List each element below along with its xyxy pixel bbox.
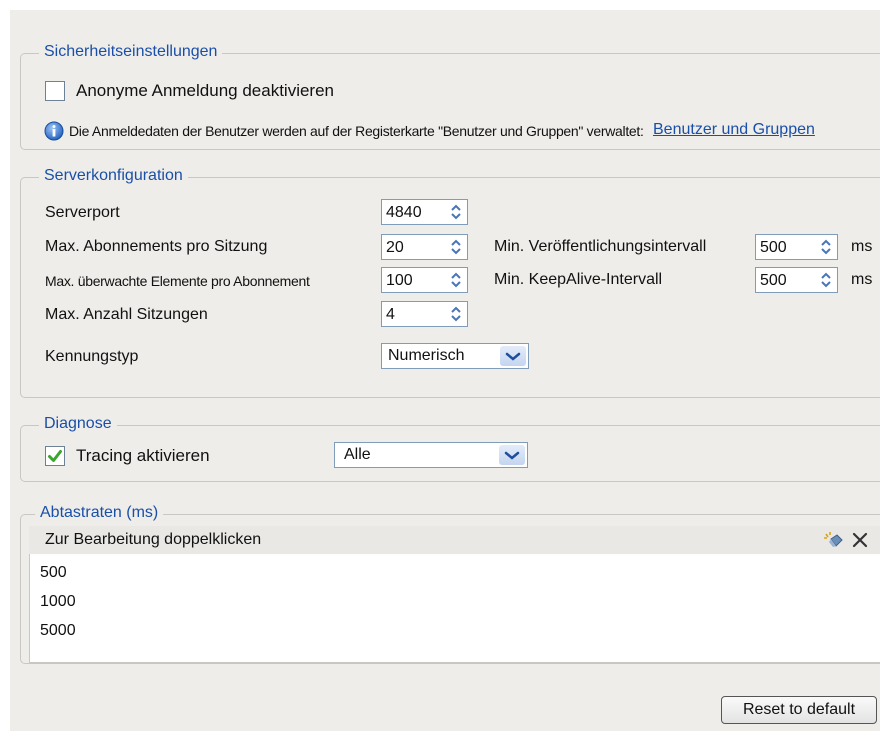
sampling-legend: Abtastraten (ms) bbox=[35, 503, 164, 523]
id-type-label: Kennungstyp bbox=[45, 348, 139, 365]
delete-item-icon[interactable] bbox=[850, 530, 870, 550]
max-monitored-label: Max. überwachte Elemente pro Abonnement bbox=[45, 273, 310, 289]
server-port-label: Serverport bbox=[45, 204, 120, 221]
spinner-arrows-icon[interactable] bbox=[820, 271, 832, 289]
list-item[interactable]: 500 bbox=[40, 563, 67, 583]
min-publish-unit: ms bbox=[851, 238, 873, 255]
id-type-value: Numerisch bbox=[388, 347, 465, 364]
min-publish-value: 500 bbox=[760, 239, 787, 256]
max-subscriptions-label: Max. Abonnements pro Sitzung bbox=[45, 238, 268, 255]
spinner-arrows-icon[interactable] bbox=[450, 271, 462, 289]
min-keepalive-unit: ms bbox=[851, 271, 873, 288]
server-port-value: 4840 bbox=[386, 204, 422, 221]
sampling-header-hint: Zur Bearbeitung doppelklicken bbox=[45, 531, 262, 548]
diagnose-legend: Diagnose bbox=[39, 414, 117, 434]
sampling-list[interactable]: 500 1000 5000 bbox=[29, 554, 880, 663]
info-text: Die Anmeldedaten der Benutzer werden auf… bbox=[69, 123, 644, 139]
tracing-level-value: Alle bbox=[344, 446, 371, 463]
checkmark-icon bbox=[48, 450, 62, 462]
add-item-icon[interactable] bbox=[822, 530, 844, 550]
sampling-list-header: Zur Bearbeitung doppelklicken bbox=[29, 526, 880, 554]
tracing-level-select[interactable]: Alle bbox=[334, 442, 528, 468]
reset-to-default-button[interactable]: Reset to default bbox=[721, 696, 877, 724]
spinner-arrows-icon[interactable] bbox=[450, 203, 462, 221]
min-keepalive-spinner[interactable]: 500 bbox=[755, 267, 838, 293]
list-item[interactable]: 5000 bbox=[40, 621, 76, 641]
max-sessions-label: Max. Anzahl Sitzungen bbox=[45, 306, 208, 323]
max-subscriptions-spinner[interactable]: 20 bbox=[381, 234, 468, 260]
id-type-select[interactable]: Numerisch bbox=[381, 343, 529, 369]
tracing-checkbox[interactable] bbox=[45, 446, 65, 466]
tracing-label: Tracing aktivieren bbox=[76, 446, 210, 465]
anonymous-login-label: Anonyme Anmeldung deaktivieren bbox=[76, 81, 334, 100]
security-legend: Sicherheitseinstellungen bbox=[39, 42, 223, 62]
max-sessions-spinner[interactable]: 4 bbox=[381, 301, 468, 327]
spinner-arrows-icon[interactable] bbox=[820, 238, 832, 256]
min-publish-spinner[interactable]: 500 bbox=[755, 234, 838, 260]
info-icon bbox=[44, 121, 64, 141]
chevron-down-icon[interactable] bbox=[500, 346, 526, 366]
max-sessions-value: 4 bbox=[386, 306, 395, 323]
min-keepalive-label: Min. KeepAlive-Intervall bbox=[494, 271, 663, 288]
spinner-arrows-icon[interactable] bbox=[450, 238, 462, 256]
max-monitored-value: 100 bbox=[386, 272, 413, 289]
chevron-down-icon[interactable] bbox=[499, 445, 525, 465]
max-subscriptions-value: 20 bbox=[386, 239, 404, 256]
min-keepalive-value: 500 bbox=[760, 272, 787, 289]
server-port-spinner[interactable]: 4840 bbox=[381, 199, 468, 225]
max-monitored-spinner[interactable]: 100 bbox=[381, 267, 468, 293]
users-groups-link[interactable]: Benutzer und Gruppen bbox=[653, 120, 815, 140]
spinner-arrows-icon[interactable] bbox=[450, 305, 462, 323]
min-publish-label: Min. Veröffentlichungsintervall bbox=[494, 238, 707, 255]
server-legend: Serverkonfiguration bbox=[39, 166, 188, 186]
anonymous-login-checkbox[interactable] bbox=[45, 81, 65, 101]
list-item[interactable]: 1000 bbox=[40, 592, 76, 612]
